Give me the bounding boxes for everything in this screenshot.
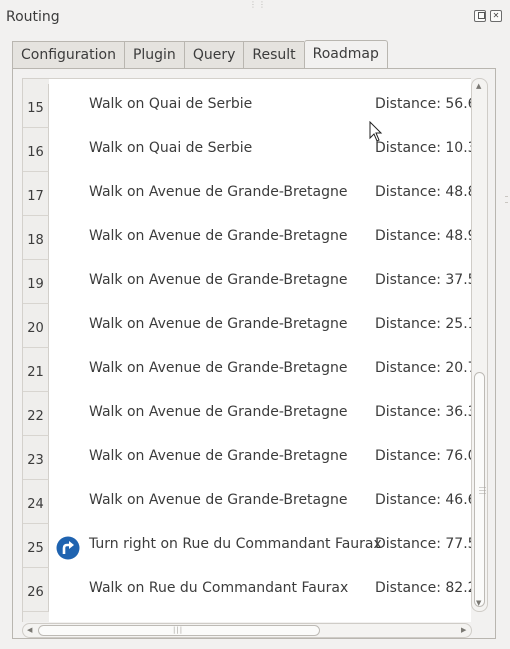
- turn-right-icon: [56, 536, 80, 560]
- row-number: 21: [23, 348, 49, 392]
- vertical-scrollbar[interactable]: ▲ ― ― ― ▼: [471, 78, 488, 612]
- scroll-right-icon[interactable]: ▶: [461, 626, 466, 634]
- thumb-grip-icon: |||: [173, 626, 184, 634]
- distance-text: Distance: 82.2: [375, 580, 471, 596]
- instruction-text: Walk on Rue du Commandant Faurax: [89, 580, 349, 596]
- float-icon: [478, 12, 485, 19]
- table-row[interactable]: 22 Walk on Avenue de Grande-Bretagne Dista…: [23, 392, 471, 436]
- row-number: 22: [23, 392, 49, 436]
- distance-text: Distance: 76.0: [375, 448, 471, 464]
- row-number: 20: [23, 304, 49, 348]
- roadmap-rows: 15 Walk on Quai de Serbie Distance: 56.6 16…: [23, 84, 471, 612]
- vertical-scroll-thumb[interactable]: ― ― ―: [474, 372, 486, 607]
- instruction-text: Walk on Avenue de Grande-Bretagne: [89, 272, 348, 288]
- instruction-text: Walk on Avenue de Grande-Bretagne: [89, 404, 348, 420]
- instruction-text: Walk on Avenue de Grande-Bretagne: [89, 360, 348, 376]
- distance-text: Distance: 77.5: [375, 536, 471, 552]
- table-row[interactable]: 15 Walk on Quai de Serbie Distance: 56.6: [23, 84, 471, 128]
- row-number: 26: [23, 568, 49, 612]
- roadmap-table[interactable]: 15 Walk on Quai de Serbie Distance: 56.6 16…: [22, 78, 471, 622]
- window-title: Routing: [6, 9, 60, 25]
- resize-grip-icon[interactable]: [505, 196, 508, 203]
- distance-text: Distance: 25.1: [375, 316, 471, 332]
- distance-text: Distance: 46.6: [375, 492, 471, 508]
- mouse-cursor-icon: [369, 121, 383, 142]
- instruction-text: Walk on Avenue de Grande-Bretagne: [89, 448, 348, 464]
- row-number: 19: [23, 260, 49, 304]
- close-button[interactable]: ✕: [490, 10, 502, 22]
- distance-text: Distance: 20.7: [375, 360, 471, 376]
- row-number: 25: [23, 524, 49, 568]
- distance-text: Distance: 36.3: [375, 404, 471, 420]
- instruction-text: Walk on Quai de Serbie: [89, 96, 253, 112]
- float-button[interactable]: [474, 10, 486, 22]
- close-icon: ✕: [492, 11, 500, 20]
- scroll-down-icon[interactable]: ▼: [476, 599, 481, 607]
- instruction-text: Walk on Avenue de Grande-Bretagne: [89, 492, 348, 508]
- instruction-text: Walk on Avenue de Grande-Bretagne: [89, 184, 348, 200]
- tab-roadmap[interactable]: Roadmap: [303, 40, 388, 69]
- table-row[interactable]: 20 Walk on Avenue de Grande-Bretagne Dista…: [23, 304, 471, 348]
- scroll-up-icon[interactable]: ▲: [476, 82, 481, 90]
- dock-grip-icon[interactable]: ⋮⋮: [249, 0, 267, 9]
- tab-bar: Configuration Plugin Query Result Roadma…: [12, 40, 388, 69]
- distance-text: Distance: 48.9: [375, 228, 471, 244]
- table-row[interactable]: 25 Turn right on Rue du Commandant Faurax…: [23, 524, 471, 568]
- distance-text: Distance: 48.8: [375, 184, 471, 200]
- table-row[interactable]: 21 Walk on Avenue de Grande-Bretagne Dista…: [23, 348, 471, 392]
- instruction-text: Walk on Quai de Serbie: [89, 140, 253, 156]
- table-row[interactable]: 24 Walk on Avenue de Grande-Bretagne Dista…: [23, 480, 471, 524]
- instruction-text: Walk on Avenue de Grande-Bretagne: [89, 228, 348, 244]
- row-number: 18: [23, 216, 49, 260]
- distance-text: Distance: 10.3: [375, 140, 471, 156]
- thumb-grip-icon: ― ― ―: [479, 483, 486, 497]
- tab-result[interactable]: Result: [243, 41, 304, 68]
- instruction-text: Turn right on Rue du Commandant Faurax: [89, 536, 382, 552]
- scroll-left-icon[interactable]: ◀: [27, 626, 32, 634]
- table-row[interactable]: 16 Walk on Quai de Serbie Distance: 10.3: [23, 128, 471, 172]
- tab-plugin[interactable]: Plugin: [123, 41, 184, 68]
- table-row[interactable]: 18 Walk on Avenue de Grande-Bretagne Dista…: [23, 216, 471, 260]
- row-number: 23: [23, 436, 49, 480]
- table-row[interactable]: 19 Walk on Avenue de Grande-Bretagne Dista…: [23, 260, 471, 304]
- distance-text: Distance: 37.5: [375, 272, 471, 288]
- row-number: 17: [23, 172, 49, 216]
- table-row[interactable]: 26 Walk on Rue du Commandant Faurax Distan…: [23, 568, 471, 612]
- tab-configuration[interactable]: Configuration: [12, 41, 124, 68]
- row-number: 24: [23, 480, 49, 524]
- distance-text: Distance: 56.6: [375, 96, 471, 112]
- table-row[interactable]: 23 Walk on Avenue de Grande-Bretagne Dista…: [23, 436, 471, 480]
- horizontal-scroll-thumb[interactable]: |||: [38, 625, 320, 636]
- row-number: 15: [23, 84, 49, 128]
- row-number: 16: [23, 128, 49, 172]
- horizontal-scrollbar[interactable]: ◀ ||| ▶: [22, 623, 472, 638]
- tab-query[interactable]: Query: [183, 41, 244, 68]
- title-bar: Routing ⋮⋮ ✕: [0, 0, 510, 34]
- instruction-text: Walk on Avenue de Grande-Bretagne: [89, 316, 348, 332]
- table-row[interactable]: 17 Walk on Avenue de Grande-Bretagne Dista…: [23, 172, 471, 216]
